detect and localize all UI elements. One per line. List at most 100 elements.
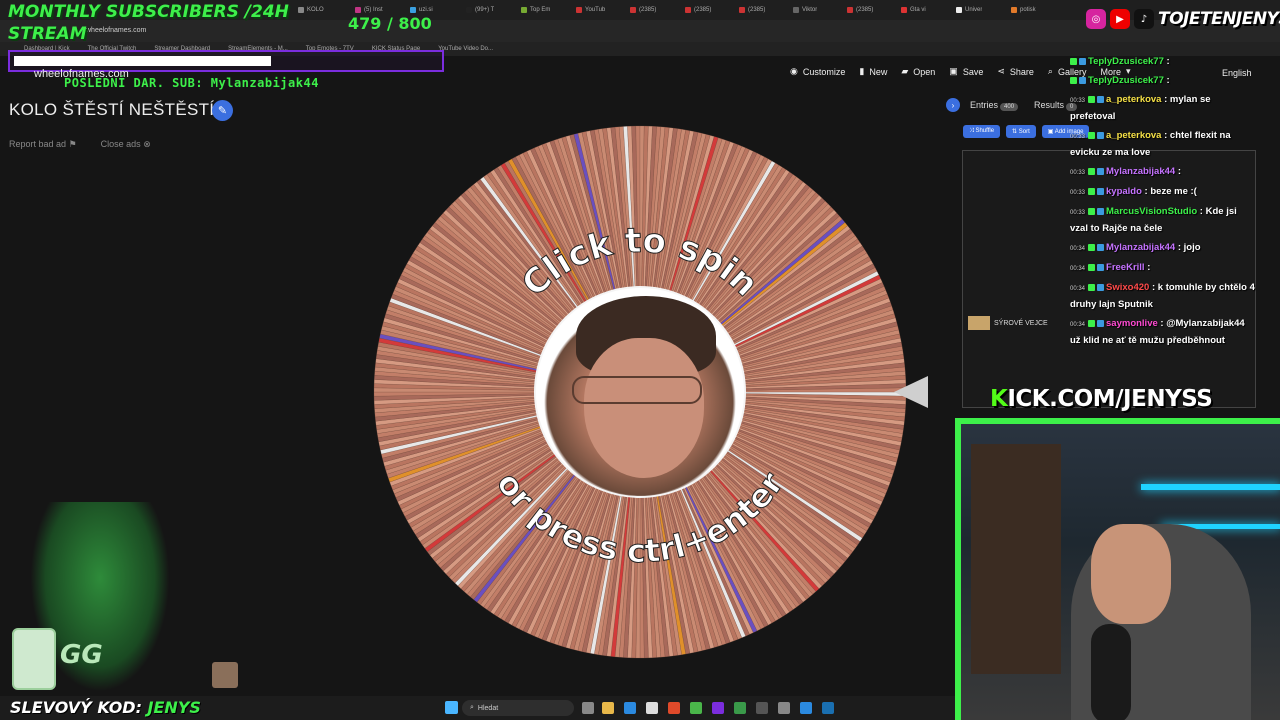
youtube-icon: ▶	[1110, 9, 1130, 29]
image-icon: ▣	[1047, 129, 1055, 135]
obs-icon[interactable]	[712, 702, 724, 714]
chat-separator: :	[1157, 318, 1167, 329]
tab-entries[interactable]: Entries 400	[970, 100, 1019, 111]
app-icon[interactable]	[800, 702, 812, 714]
chat-username[interactable]: Mylanzabijak44	[1106, 166, 1175, 177]
tab-favicon-icon	[685, 7, 691, 13]
chat-badge-icon	[1097, 263, 1105, 271]
wheel[interactable]: Click to spin or press ctrl+enter	[372, 124, 908, 660]
task-view-icon[interactable]	[582, 702, 594, 714]
chat-badge-icon	[1097, 167, 1105, 175]
chat-username[interactable]: Swixo420	[1106, 282, 1149, 293]
chat-username[interactable]: kypaldo	[1106, 186, 1142, 197]
tab-label: (2385)	[748, 7, 766, 13]
entry-item: SÝROVÉ VEJCE	[968, 316, 1048, 330]
store-icon[interactable]	[646, 702, 658, 714]
chat-badge-icon	[1097, 187, 1105, 195]
chat-overlay: TeplyDzusicek77 : TeplyDzusicek77 : 00:3…	[1070, 54, 1256, 354]
tab-favicon-icon	[355, 7, 361, 13]
taskbar-search-label: Hledat	[477, 704, 499, 712]
tab-favicon-icon	[466, 7, 472, 13]
app-icon[interactable]	[734, 702, 746, 714]
tab-label: Univer	[965, 7, 983, 13]
report-ad-link[interactable]: Report bad ad ⚑	[9, 139, 77, 150]
sponsor-product	[12, 628, 56, 690]
wheel-pointer-arrow-icon	[894, 376, 928, 408]
chat-username[interactable]: Mylanzabijak44	[1106, 242, 1175, 253]
browser-tab[interactable]: KOLO	[298, 3, 324, 17]
chat-timestamp: 00:34	[1070, 266, 1086, 272]
customize-button[interactable]: ◉ Customize	[790, 66, 845, 77]
app-icon[interactable]	[690, 702, 702, 714]
chat-badge-icon	[1097, 95, 1105, 103]
socials-bar: ◎ ▶ ♪ TOJETENJENYS	[1086, 6, 1280, 32]
chat-username[interactable]: FreeKrill	[1106, 262, 1145, 273]
promo-label: SLEVOVÝ KOD:	[10, 698, 148, 717]
edge-icon[interactable]	[624, 702, 636, 714]
browser-tab[interactable]: (2385)	[630, 3, 656, 17]
share-button[interactable]: ⋖ Share	[997, 66, 1034, 77]
open-button[interactable]: ▰ Open	[901, 66, 935, 77]
chat-username[interactable]: saymonlive	[1106, 318, 1158, 329]
chat-badge-icon	[1088, 319, 1096, 327]
chat-username[interactable]: a_peterkova	[1106, 130, 1161, 141]
chat-badge-icon	[1097, 207, 1105, 215]
subs-goal-progress-fill	[14, 56, 271, 66]
chrome-icon[interactable]	[668, 702, 680, 714]
app-icon[interactable]	[756, 702, 768, 714]
sort-button[interactable]: ⇅ Sort	[1006, 125, 1036, 138]
browser-tab[interactable]: (99+) T	[466, 3, 494, 17]
tab-favicon-icon	[956, 7, 962, 13]
browser-tab[interactable]: Viktor	[793, 3, 817, 17]
address-url[interactable]: wheelofnames.com	[86, 27, 146, 34]
browser-tab[interactable]: YouTub	[576, 3, 605, 17]
tab-label: (2385)	[694, 7, 712, 13]
close-icon: ⊗	[143, 139, 151, 149]
browser-tab[interactable]: (2385)	[685, 3, 711, 17]
chat-timestamp: 00:34	[1070, 286, 1086, 292]
file-explorer-icon[interactable]	[602, 702, 614, 714]
webcam-neon-light	[1141, 484, 1280, 490]
browser-tab[interactable]: Gta vi	[901, 3, 926, 17]
shuffle-button[interactable]: ⤨ Shuffle	[963, 125, 1001, 138]
browser-tab[interactable]: Top Em	[521, 3, 550, 17]
chat-message: 00:34 Mylanzabijak44 : jojo	[1070, 240, 1256, 257]
chat-message: 00:33 a_peterkova : chtel flexit na evick…	[1070, 128, 1256, 161]
bookmark-item[interactable]: YouTube Video Do...	[438, 46, 493, 52]
browser-tab[interactable]: (2385)	[847, 3, 873, 17]
new-button[interactable]: ▮ New	[859, 66, 887, 77]
share-icon: ⋖	[997, 66, 1005, 76]
close-ads-link[interactable]: Close ads ⊗	[101, 139, 151, 150]
chat-separator: :	[1163, 56, 1170, 67]
sponsor-logo: GG	[60, 640, 103, 670]
document-icon: ▮	[859, 66, 865, 76]
webcam-shelf	[971, 444, 1061, 674]
kick-url-banner: KICK.COM/JENYSS	[990, 386, 1213, 412]
chat-separator: :	[1161, 130, 1170, 141]
chat-message: 00:33 MarcusVisionStudio : Kde jsi vzal t…	[1070, 204, 1256, 237]
wheel-center-image[interactable]	[534, 286, 746, 498]
browser-tab[interactable]: potisk	[1011, 3, 1036, 17]
search-icon: ⌕	[1047, 66, 1053, 76]
chat-badge-icon	[1088, 131, 1096, 139]
chat-username[interactable]: TeplyDzusicek77	[1088, 75, 1164, 86]
browser-tab[interactable]: Univer	[956, 3, 982, 17]
browser-tab[interactable]: (2385)	[739, 3, 765, 17]
chat-username[interactable]: a_peterkova	[1106, 94, 1161, 105]
app-icon[interactable]	[778, 702, 790, 714]
tab-favicon-icon	[793, 7, 799, 13]
edit-title-button[interactable]: ✎	[212, 100, 233, 121]
chat-message: TeplyDzusicek77 :	[1070, 54, 1256, 70]
chat-username[interactable]: MarcusVisionStudio	[1106, 206, 1197, 217]
tab-label: potisk	[1020, 7, 1036, 13]
tab-label: YouTub	[585, 7, 606, 13]
chat-username[interactable]: TeplyDzusicek77	[1088, 56, 1164, 67]
chat-badge-icon	[1079, 76, 1086, 84]
close-ads-label: Close ads	[100, 139, 141, 149]
taskbar-search[interactable]: ⌕ Hledat	[462, 700, 574, 716]
chevron-right-icon[interactable]: ›	[946, 98, 960, 112]
promo-code-value: JENYS	[147, 698, 201, 717]
steam-icon[interactable]	[822, 702, 834, 714]
save-button[interactable]: ▣ Save	[949, 66, 983, 77]
windows-start-icon[interactable]	[445, 701, 458, 714]
